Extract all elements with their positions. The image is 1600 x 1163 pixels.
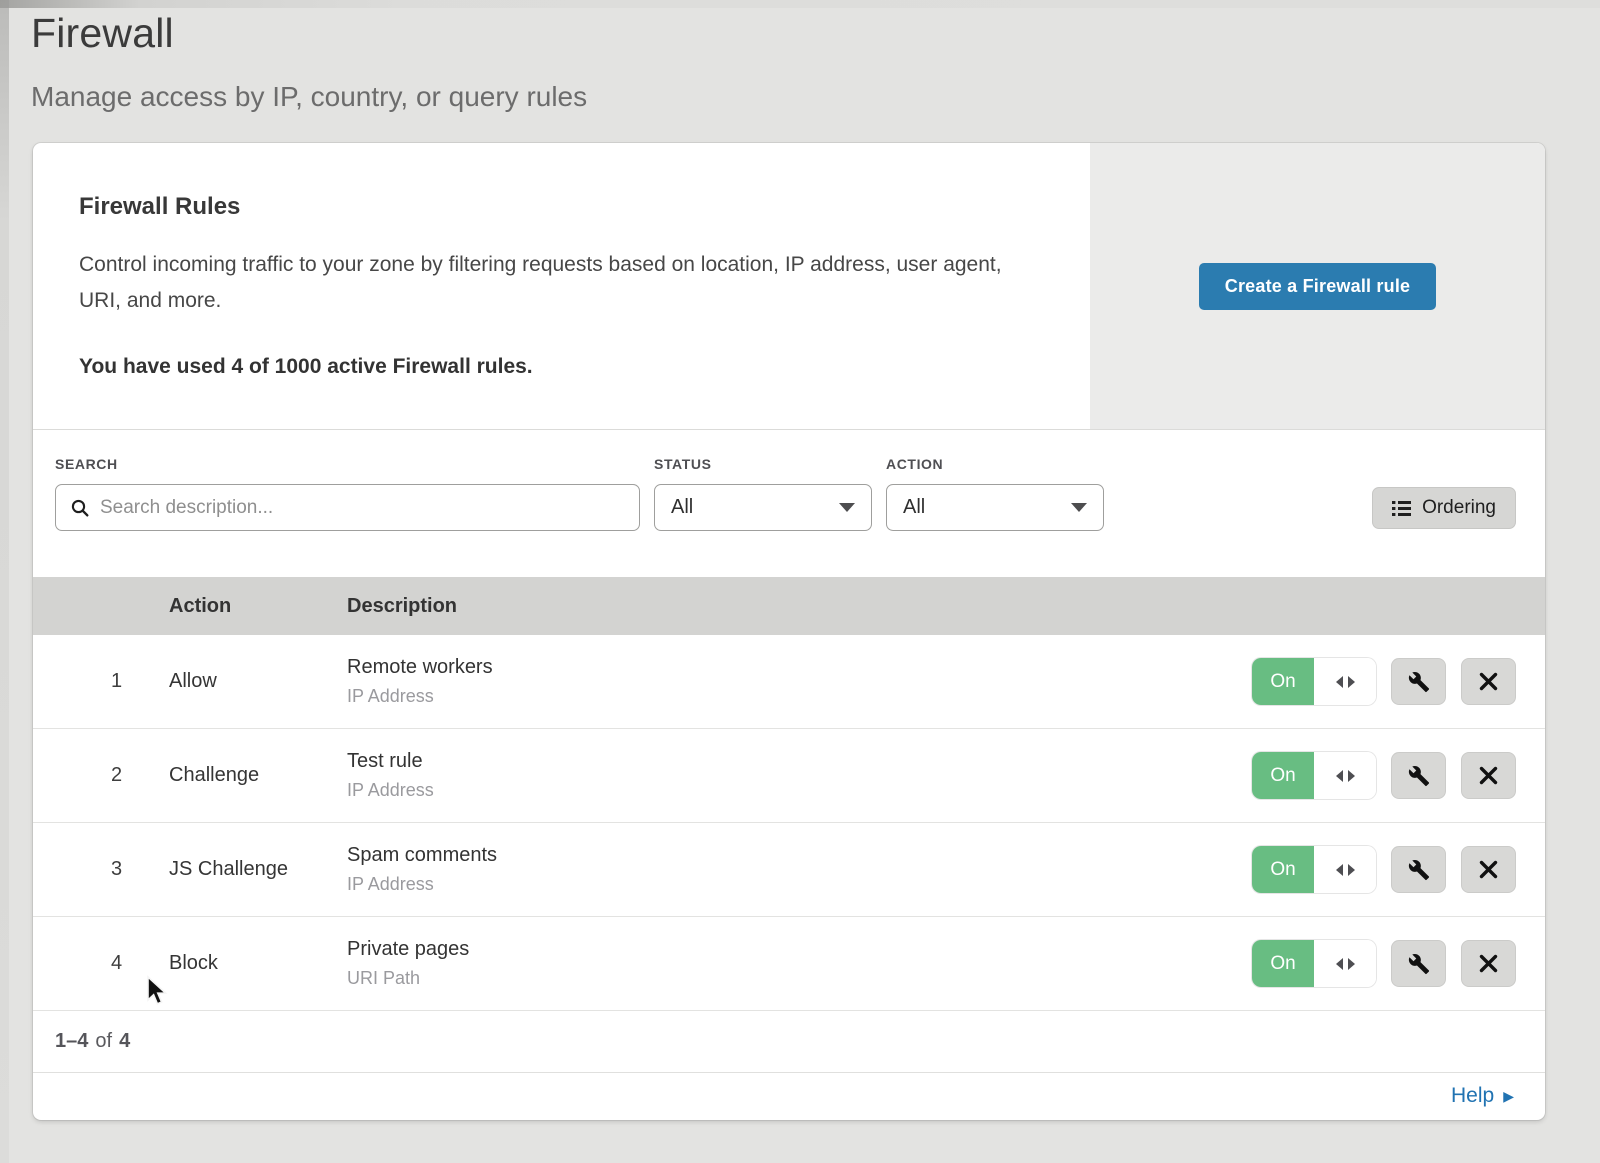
- wrench-icon: [1408, 953, 1430, 975]
- list-icon: [1392, 500, 1411, 517]
- filter-bar: SEARCH STATUS All ACTION All: [33, 430, 1545, 577]
- rule-enabled-toggle[interactable]: On: [1252, 846, 1376, 893]
- action-select-value: All: [903, 496, 925, 519]
- pagination-total: 4: [119, 1030, 130, 1053]
- toggle-on-label: On: [1252, 940, 1314, 987]
- action-select[interactable]: All: [886, 484, 1104, 531]
- page-title: Firewall: [31, 10, 587, 57]
- toggle-on-label: On: [1252, 752, 1314, 799]
- action-label: ACTION: [886, 456, 1104, 472]
- x-icon: [1479, 954, 1498, 973]
- ordering-button[interactable]: Ordering: [1372, 487, 1516, 529]
- window-edge-left: [0, 0, 9, 1163]
- table-header: Action Description: [33, 577, 1545, 635]
- status-select[interactable]: All: [654, 484, 872, 531]
- rule-description: Remote workers: [347, 656, 1252, 679]
- toggle-on-label: On: [1252, 846, 1314, 893]
- ordering-button-label: Ordering: [1422, 497, 1496, 519]
- delete-rule-button[interactable]: [1461, 846, 1516, 893]
- rule-priority: 4: [111, 952, 169, 975]
- create-firewall-rule-button[interactable]: Create a Firewall rule: [1199, 263, 1436, 310]
- card-heading: Firewall Rules: [79, 193, 1042, 221]
- rule-description: Test rule: [347, 750, 1252, 773]
- rule-action: Allow: [169, 670, 347, 693]
- help-link-label: Help: [1451, 1084, 1494, 1108]
- delete-rule-button[interactable]: [1461, 940, 1516, 987]
- table-row: 3 JS Challenge Spam comments IP Address …: [33, 823, 1545, 917]
- x-icon: [1479, 672, 1498, 691]
- rule-priority: 3: [111, 858, 169, 881]
- card-footer: Help ▶: [33, 1073, 1545, 1119]
- card-top-section: Firewall Rules Control incoming traffic …: [33, 143, 1545, 430]
- table-header-action: Action: [169, 595, 347, 618]
- rule-description-cell: Remote workers IP Address: [347, 656, 1252, 707]
- rule-match-type: IP Address: [347, 780, 1252, 801]
- rule-description-cell: Spam comments IP Address: [347, 844, 1252, 895]
- rule-description-cell: Test rule IP Address: [347, 750, 1252, 801]
- wrench-icon: [1408, 765, 1430, 787]
- left-right-arrows-icon: [1314, 658, 1376, 705]
- rule-enabled-toggle[interactable]: On: [1252, 752, 1376, 799]
- search-label: SEARCH: [55, 456, 640, 472]
- table-row: 1 Allow Remote workers IP Address On: [33, 635, 1545, 729]
- rule-controls: On: [1252, 940, 1516, 987]
- pagination: 1–4 of 4: [33, 1011, 1545, 1073]
- action-filter: ACTION All: [886, 456, 1104, 531]
- rule-action: Block: [169, 952, 347, 975]
- rule-enabled-toggle[interactable]: On: [1252, 658, 1376, 705]
- create-rule-panel: Create a Firewall rule: [1090, 143, 1545, 429]
- delete-rule-button[interactable]: [1461, 752, 1516, 799]
- rules-usage-text: You have used 4 of 1000 active Firewall …: [79, 355, 1042, 379]
- rule-enabled-toggle[interactable]: On: [1252, 940, 1376, 987]
- search-input-wrapper[interactable]: [55, 484, 640, 531]
- status-label: STATUS: [654, 456, 872, 472]
- delete-rule-button[interactable]: [1461, 658, 1516, 705]
- rule-controls: On: [1252, 752, 1516, 799]
- page-header: Firewall Manage access by IP, country, o…: [31, 10, 587, 113]
- chevron-down-icon: [839, 503, 855, 512]
- search-input[interactable]: [100, 497, 625, 519]
- table-row: 2 Challenge Test rule IP Address On: [33, 729, 1545, 823]
- card-intro: Firewall Rules Control incoming traffic …: [33, 143, 1090, 429]
- rule-action: Challenge: [169, 764, 347, 787]
- firewall-rules-card: Firewall Rules Control incoming traffic …: [33, 143, 1545, 1120]
- search-filter: SEARCH: [55, 456, 640, 531]
- window-edge-top: [0, 0, 1600, 8]
- pagination-of: of: [95, 1030, 112, 1053]
- rule-match-type: URI Path: [347, 968, 1252, 989]
- rule-description: Private pages: [347, 938, 1252, 961]
- rule-controls: On: [1252, 846, 1516, 893]
- x-icon: [1479, 860, 1498, 879]
- help-link[interactable]: Help ▶: [1451, 1084, 1514, 1108]
- table-row: 4 Block Private pages URI Path On: [33, 917, 1545, 1011]
- wrench-icon: [1408, 859, 1430, 881]
- rule-priority: 1: [111, 670, 169, 693]
- search-icon: [70, 498, 90, 518]
- rule-controls: On: [1252, 658, 1516, 705]
- right-triangle-icon: ▶: [1503, 1089, 1514, 1105]
- rule-priority: 2: [111, 764, 169, 787]
- page-subtitle: Manage access by IP, country, or query r…: [31, 81, 587, 113]
- pagination-range: 1–4: [55, 1030, 88, 1053]
- rule-description-cell: Private pages URI Path: [347, 938, 1252, 989]
- left-right-arrows-icon: [1314, 846, 1376, 893]
- x-icon: [1479, 766, 1498, 785]
- toggle-on-label: On: [1252, 658, 1314, 705]
- edit-rule-button[interactable]: [1391, 846, 1446, 893]
- table-header-description: Description: [347, 595, 1516, 618]
- status-filter: STATUS All: [654, 456, 872, 531]
- left-right-arrows-icon: [1314, 940, 1376, 987]
- left-right-arrows-icon: [1314, 752, 1376, 799]
- edit-rule-button[interactable]: [1391, 940, 1446, 987]
- rule-description: Spam comments: [347, 844, 1252, 867]
- rule-match-type: IP Address: [347, 874, 1252, 895]
- rule-action: JS Challenge: [169, 858, 347, 881]
- chevron-down-icon: [1071, 503, 1087, 512]
- edit-rule-button[interactable]: [1391, 752, 1446, 799]
- edit-rule-button[interactable]: [1391, 658, 1446, 705]
- wrench-icon: [1408, 671, 1430, 693]
- status-select-value: All: [671, 496, 693, 519]
- card-description: Control incoming traffic to your zone by…: [79, 247, 1029, 319]
- rule-match-type: IP Address: [347, 686, 1252, 707]
